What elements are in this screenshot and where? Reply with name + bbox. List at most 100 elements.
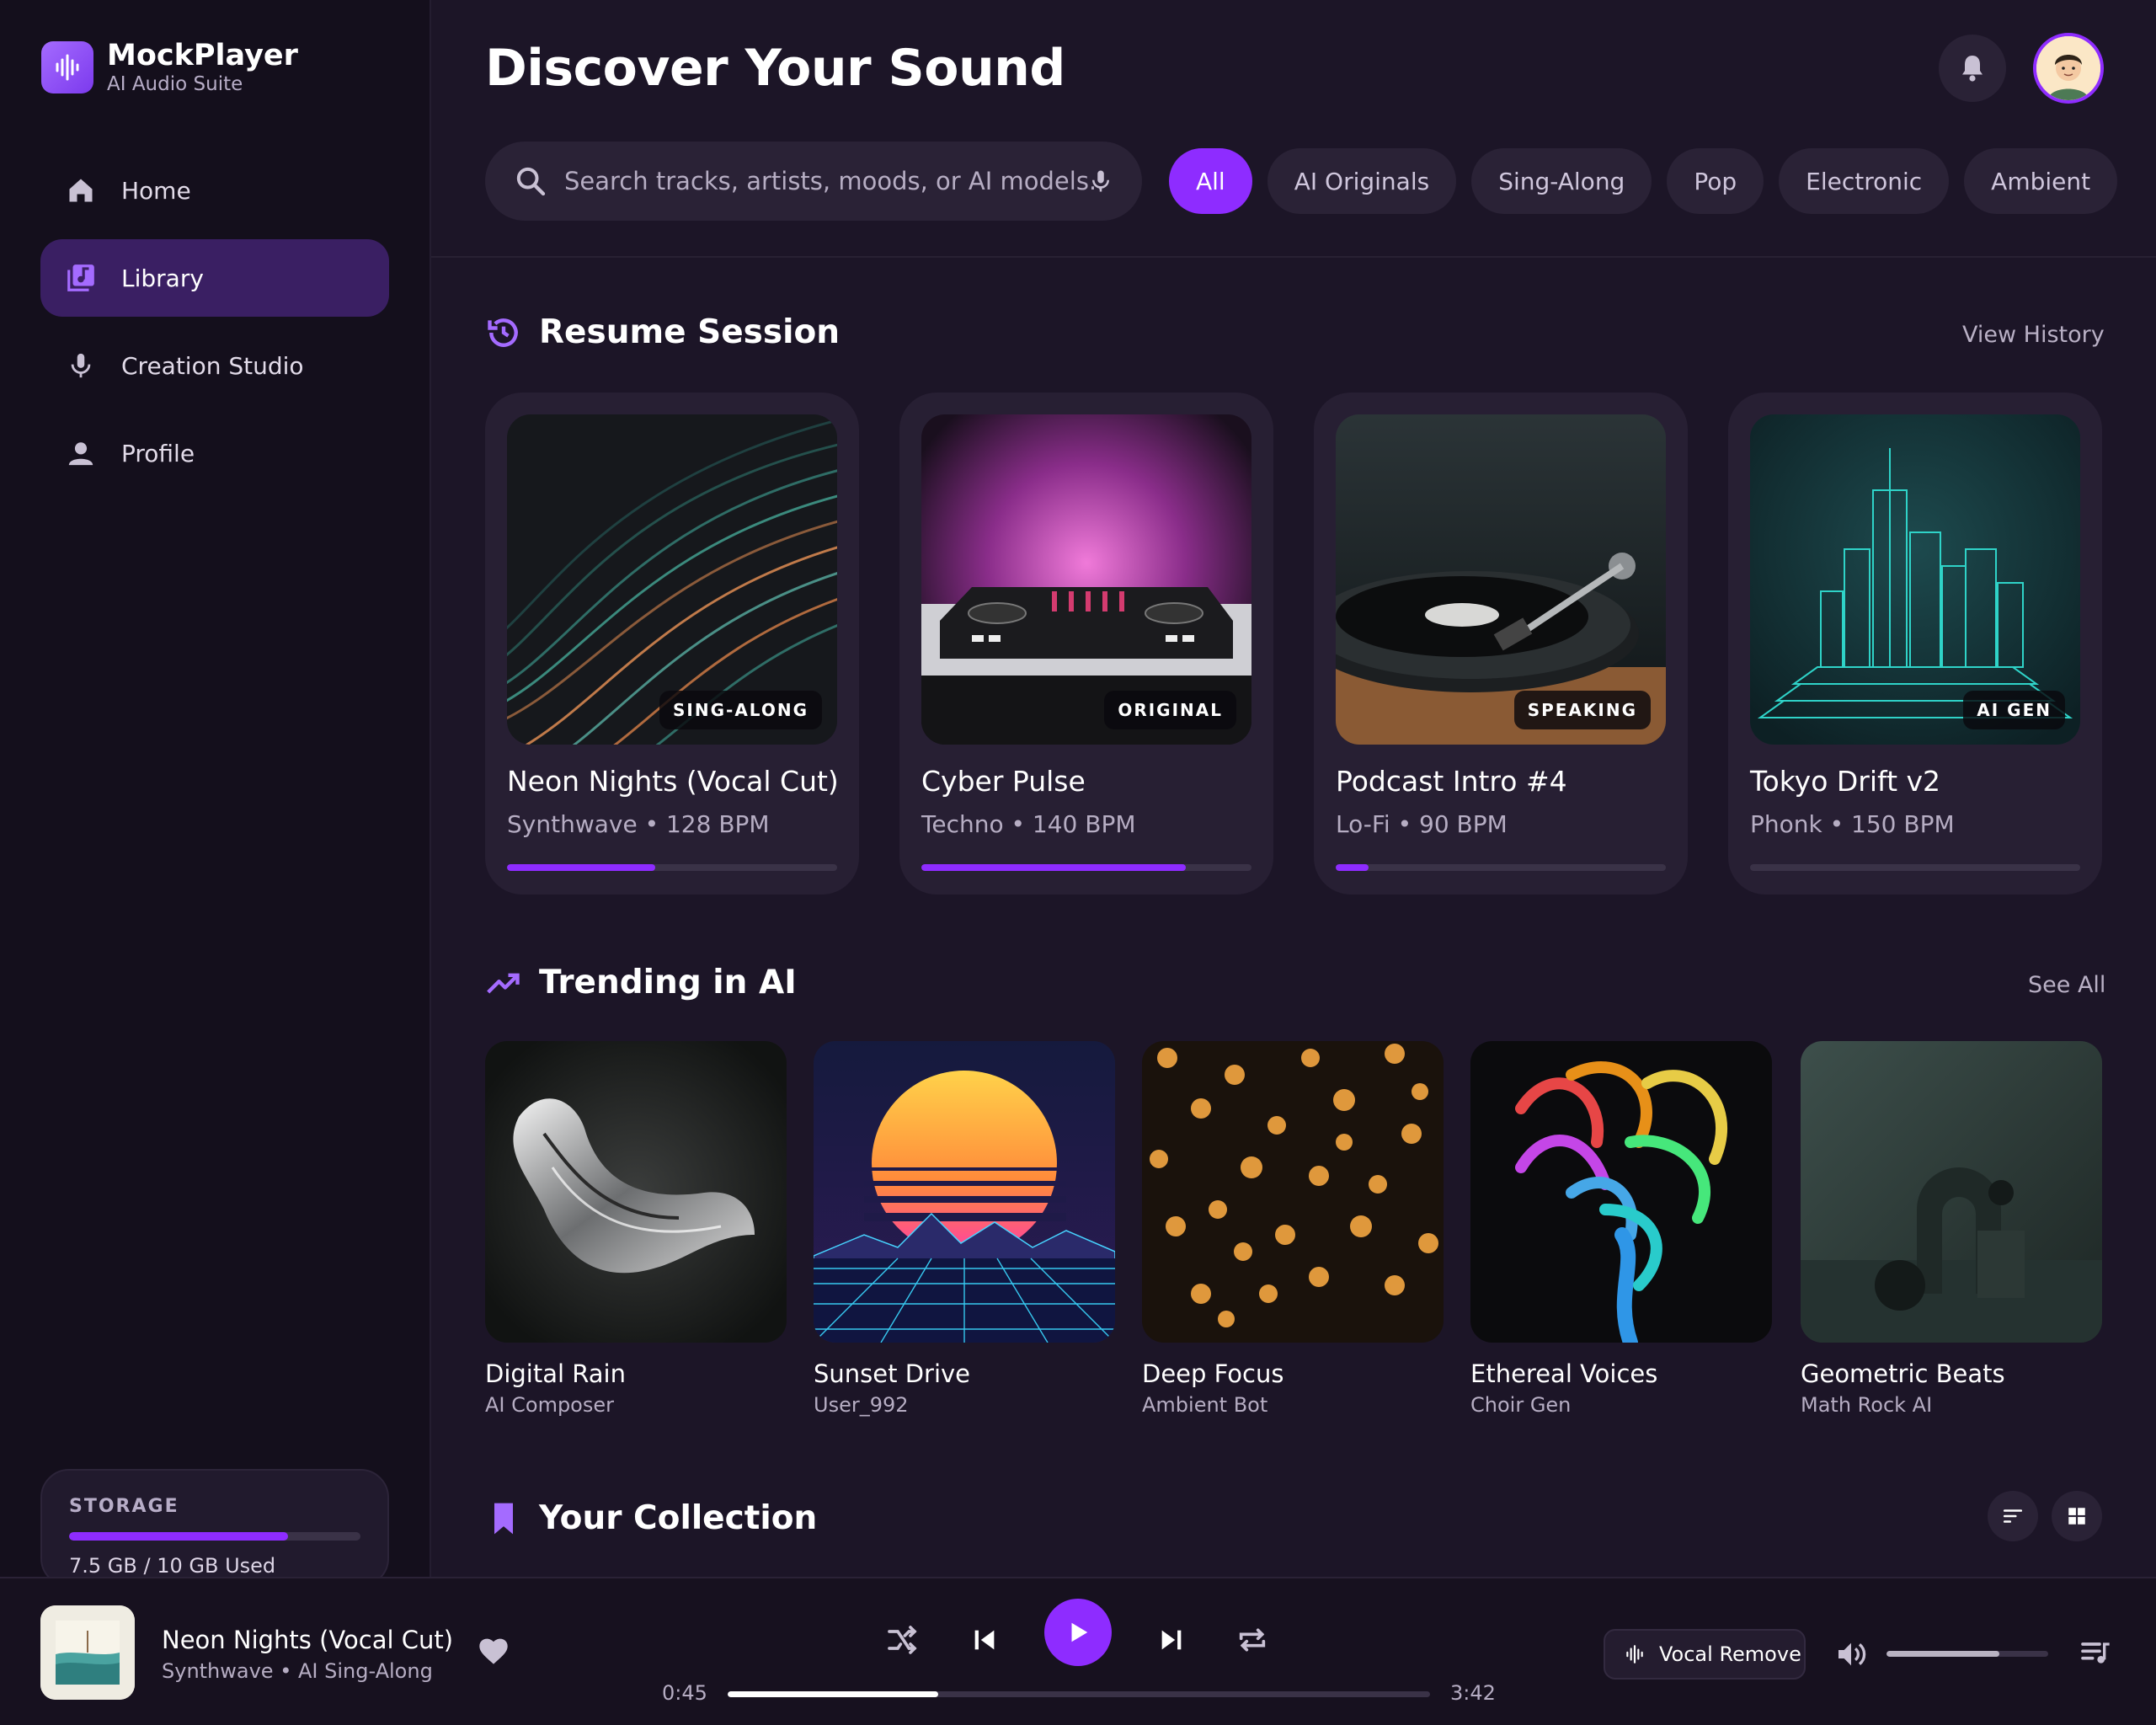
voice-search-icon[interactable] xyxy=(1088,165,1113,200)
track-artwork: SPEAKING xyxy=(1336,414,1666,745)
volume-slider[interactable] xyxy=(1886,1651,2048,1657)
track-badge: AI GEN xyxy=(1963,691,2065,729)
track-artwork: AI GEN xyxy=(1750,414,2080,745)
track-title: Sunset Drive xyxy=(814,1359,971,1388)
filter-chip-all[interactable]: All xyxy=(1169,148,1252,214)
track-badge: SING-ALONG xyxy=(659,691,822,729)
filter-chip-sing-along[interactable]: Sing-Along xyxy=(1471,148,1652,214)
track-artist: Ambient Bot xyxy=(1142,1393,1268,1417)
grid-view-button[interactable] xyxy=(2052,1491,2102,1541)
sidebar-item-profile[interactable]: Profile xyxy=(40,414,389,492)
track-progress-fill xyxy=(1336,864,1369,871)
track-badge: ORIGINAL xyxy=(1104,691,1236,729)
repeat-icon xyxy=(1239,1628,1266,1652)
play-icon xyxy=(1071,1622,1088,1642)
view-history-link[interactable]: View History xyxy=(1962,322,2105,348)
brand-name: MockPlayer xyxy=(107,39,298,72)
trending-up-icon xyxy=(487,973,520,994)
sidebar: MockPlayer AI Audio Suite Home Library C… xyxy=(0,0,431,1587)
track-progress-fill xyxy=(921,864,1186,871)
play-button[interactable] xyxy=(1044,1599,1112,1666)
section-title: Trending in AI xyxy=(539,964,797,1001)
trending-card[interactable]: Deep Focus Ambient Bot xyxy=(1142,1041,1444,1417)
now-playing-meta: Synthwave • AI Sing-Along xyxy=(162,1659,433,1683)
trending-card[interactable]: Sunset Drive User_992 xyxy=(814,1041,1115,1417)
vocal-remove-button[interactable]: Vocal Remove xyxy=(1604,1629,1806,1680)
storage-text: 7.5 GB / 10 GB Used xyxy=(69,1554,276,1578)
queue-button[interactable] xyxy=(2079,1636,2112,1673)
now-playing-artwork[interactable] xyxy=(40,1605,135,1700)
total-time: 3:42 xyxy=(1450,1681,1496,1705)
trending-card[interactable]: Ethereal Voices Choir Gen xyxy=(1470,1041,1772,1417)
track-artwork xyxy=(1801,1041,2102,1343)
track-title: Geometric Beats xyxy=(1801,1359,2005,1388)
home-icon xyxy=(64,174,98,207)
track-artwork xyxy=(814,1041,1115,1343)
previous-button[interactable] xyxy=(965,1621,1004,1659)
bookmark-icon xyxy=(494,1503,513,1534)
sort-icon xyxy=(2003,1509,2023,1523)
track-title: Deep Focus xyxy=(1142,1359,1284,1388)
trending-card[interactable]: Digital Rain AI Composer xyxy=(485,1041,787,1417)
avatar[interactable] xyxy=(2033,33,2104,104)
storage-bar xyxy=(69,1532,360,1541)
filter-chip-ambient[interactable]: Ambient xyxy=(1964,148,2118,214)
skip-next-icon xyxy=(1161,1630,1182,1650)
track-artwork xyxy=(1142,1041,1444,1343)
see-all-link[interactable]: See All xyxy=(2028,972,2105,998)
now-playing-title: Neon Nights (Vocal Cut) xyxy=(162,1626,454,1654)
sidebar-item-creation-studio[interactable]: Creation Studio xyxy=(40,327,389,404)
shuffle-icon xyxy=(888,1626,917,1654)
sidebar-item-home[interactable]: Home xyxy=(40,152,389,229)
track-progress-bar xyxy=(507,864,837,871)
current-time: 0:45 xyxy=(662,1681,707,1705)
sort-button[interactable] xyxy=(1988,1491,2038,1541)
search-bar[interactable] xyxy=(485,142,1142,221)
track-title: Podcast Intro #4 xyxy=(1336,765,1567,798)
player-bar: Neon Nights (Vocal Cut) Synthwave • AI S… xyxy=(0,1577,2156,1725)
sidebar-item-library[interactable]: Library xyxy=(40,239,389,317)
track-meta: Synthwave • 128 BPM xyxy=(507,810,770,838)
volume-button[interactable] xyxy=(1834,1637,1868,1674)
next-button[interactable] xyxy=(1152,1621,1191,1659)
like-button[interactable] xyxy=(477,1634,510,1669)
mic-icon xyxy=(64,349,98,382)
resume-card[interactable]: AI GEN Tokyo Drift v2 Phonk • 150 BPM xyxy=(1728,393,2102,895)
brand[interactable]: MockPlayer AI Audio Suite xyxy=(41,39,298,96)
shuffle-button[interactable] xyxy=(883,1621,921,1659)
resume-card[interactable]: SING-ALONG Neon Nights (Vocal Cut) Synth… xyxy=(485,393,859,895)
track-progress-bar xyxy=(1750,864,2080,871)
trending-card[interactable]: Geometric Beats Math Rock AI xyxy=(1801,1041,2102,1417)
track-artwork xyxy=(485,1041,787,1343)
grid-icon xyxy=(2068,1508,2085,1525)
seek-bar-fill xyxy=(728,1691,939,1697)
waveform-icon xyxy=(1626,1645,1643,1664)
skip-previous-icon xyxy=(974,1630,995,1650)
storage-label: STORAGE xyxy=(69,1496,179,1517)
track-progress-bar xyxy=(1336,864,1666,871)
volume-slider-fill xyxy=(1886,1651,2000,1657)
avatar-image xyxy=(2036,36,2100,100)
track-title: Tokyo Drift v2 xyxy=(1750,765,1941,798)
resume-card[interactable]: SPEAKING Podcast Intro #4 Lo-Fi • 90 BPM xyxy=(1314,393,1688,895)
sidebar-item-label: Library xyxy=(121,264,204,292)
volume-icon xyxy=(1838,1642,1866,1666)
track-artist: Math Rock AI xyxy=(1801,1393,1933,1417)
track-meta: Phonk • 150 BPM xyxy=(1750,810,1955,838)
repeat-button[interactable] xyxy=(1233,1621,1272,1659)
page-title: Discover Your Sound xyxy=(485,39,1065,98)
section-title: Your Collection xyxy=(539,1499,818,1537)
sidebar-item-label: Profile xyxy=(121,439,195,467)
storage-bar-fill xyxy=(69,1532,288,1541)
filter-chip-electronic[interactable]: Electronic xyxy=(1779,148,1950,214)
notifications-button[interactable] xyxy=(1939,35,2006,102)
resume-card[interactable]: ORIGINAL Cyber Pulse Techno • 140 BPM xyxy=(899,393,1273,895)
track-progress-fill xyxy=(507,864,656,871)
search-icon xyxy=(516,167,546,196)
filter-chip-pop[interactable]: Pop xyxy=(1667,148,1764,214)
queue-icon xyxy=(2081,1642,2110,1664)
seek-bar[interactable] xyxy=(728,1691,1430,1697)
filter-chip-ai-originals[interactable]: AI Originals xyxy=(1267,148,1457,214)
search-input[interactable] xyxy=(564,167,1103,195)
track-progress-bar xyxy=(921,864,1251,871)
